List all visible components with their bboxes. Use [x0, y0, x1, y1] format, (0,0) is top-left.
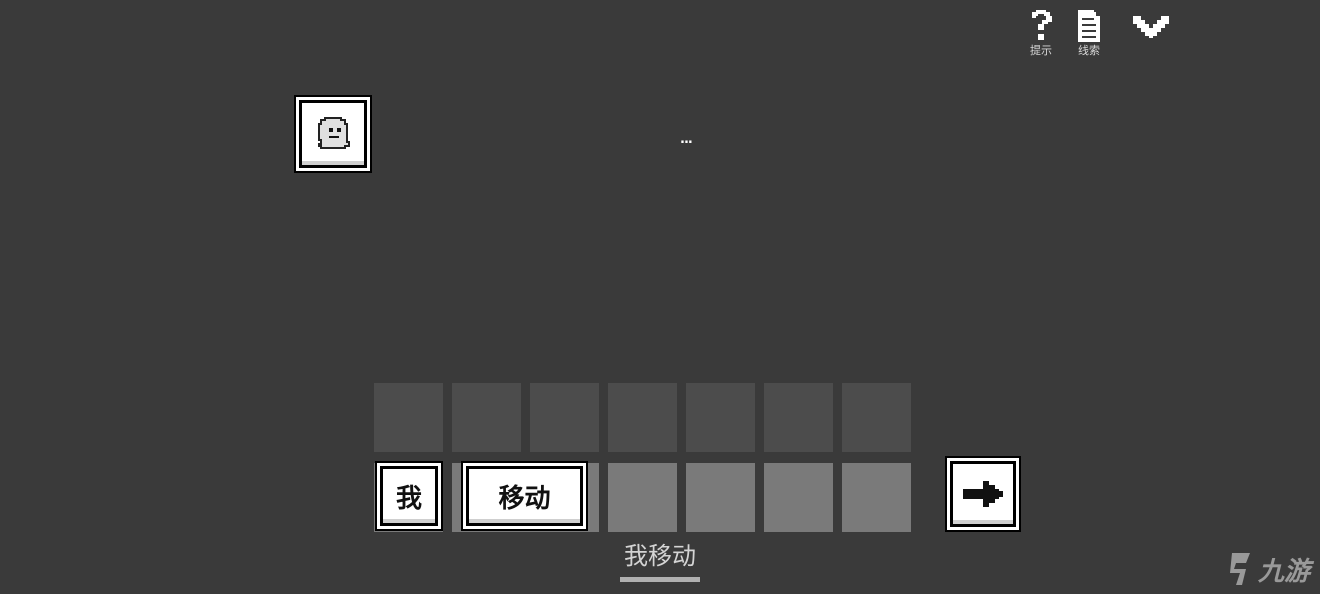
sentence-underline: [620, 577, 700, 582]
arrow-right-icon: [963, 481, 1003, 507]
lower-slot[interactable]: [764, 463, 833, 532]
upper-slot: [842, 383, 911, 452]
assembled-sentence: 我移动: [624, 542, 696, 570]
lower-slot[interactable]: [842, 463, 911, 532]
upper-slot: [686, 383, 755, 452]
ghost-icon: [318, 117, 350, 149]
word-tile-wo[interactable]: 我: [380, 466, 438, 526]
upper-slot: [764, 383, 833, 452]
hint-button[interactable]: 提示: [1019, 10, 1063, 57]
question-mark-icon: [1032, 10, 1052, 40]
upper-slot: [608, 383, 677, 452]
watermark-text: 九游: [1258, 556, 1311, 587]
collapse-button[interactable]: [1128, 12, 1174, 40]
hint-label: 提示: [1030, 44, 1052, 57]
game-stage: 提示 线索 ... 我 移动 我移动 九游: [0, 0, 1320, 594]
lower-slot[interactable]: [608, 463, 677, 532]
upper-slot: [530, 383, 599, 452]
lower-slot[interactable]: [686, 463, 755, 532]
clues-label: 线索: [1078, 44, 1100, 57]
ghost-avatar[interactable]: [299, 100, 367, 168]
upper-slot: [452, 383, 521, 452]
word-tile-move[interactable]: 移动: [466, 466, 583, 526]
upper-slot: [374, 383, 443, 452]
next-button[interactable]: [950, 461, 1016, 527]
clues-button[interactable]: 线索: [1067, 10, 1111, 57]
nine-game-logo-icon: [1230, 553, 1250, 585]
chevron-down-icon: [1133, 16, 1169, 38]
speech-text: ...: [680, 132, 693, 147]
document-icon: [1078, 10, 1100, 42]
watermark-logo: 九游: [1226, 546, 1318, 592]
